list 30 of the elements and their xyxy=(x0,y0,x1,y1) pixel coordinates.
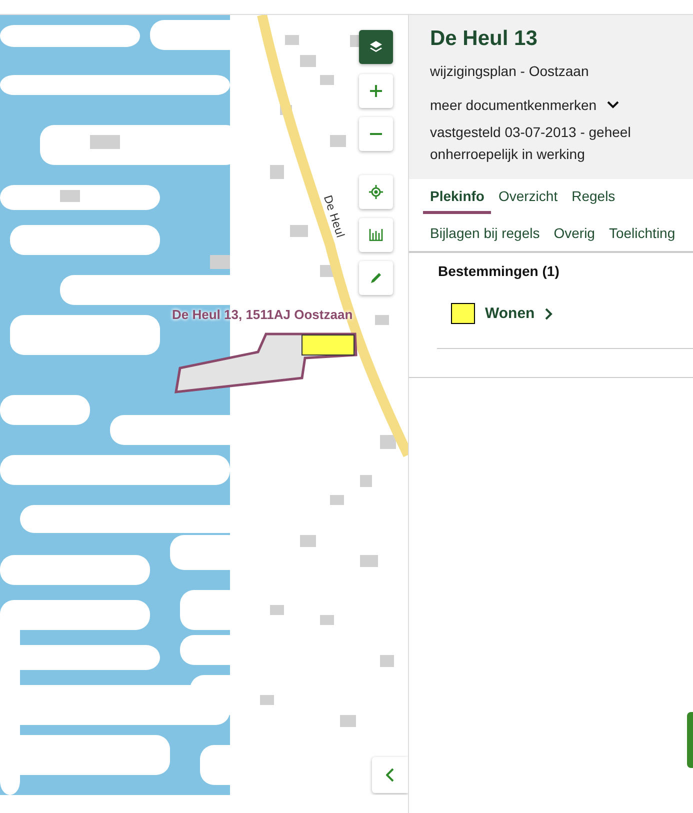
chevron-right-icon xyxy=(544,308,553,320)
plot-highlight xyxy=(302,334,354,356)
more-properties-toggle[interactable]: meer documentkenmerken xyxy=(430,97,619,113)
tab[interactable]: Overzicht xyxy=(491,185,565,214)
zoning-item[interactable]: Wonen xyxy=(451,303,553,324)
zoom-in-button[interactable] xyxy=(359,74,393,108)
section-title: Bestemmingen (1) xyxy=(437,262,560,279)
ruler-icon xyxy=(369,229,383,241)
draw-button[interactable] xyxy=(359,261,393,295)
measure-button[interactable] xyxy=(359,218,393,252)
road-label: De Heul xyxy=(320,194,347,240)
plan-subtitle: wijzigingsplan - Oostzaan xyxy=(430,63,590,79)
collapse-button[interactable] xyxy=(372,757,408,793)
pencil-icon xyxy=(369,271,383,285)
zoom-out-button[interactable] xyxy=(359,117,393,151)
tab[interactable]: Plekinfo xyxy=(423,185,492,214)
chevron-left-icon xyxy=(386,768,394,782)
layers-icon xyxy=(369,40,383,54)
chevron-icon xyxy=(606,101,619,109)
tab[interactable]: Overig xyxy=(546,222,602,251)
layers-button[interactable] xyxy=(359,30,393,64)
locate-button[interactable] xyxy=(359,175,393,209)
plan-title: De Heul 13 xyxy=(430,27,538,51)
tab[interactable]: Bijlagen bij regels xyxy=(423,222,547,251)
crosshair-icon xyxy=(369,185,383,199)
plus-icon xyxy=(369,84,383,98)
minus-icon xyxy=(369,132,383,136)
plan-status: vastgesteld 03-07-2013 - geheel onherroepelijk in werking xyxy=(430,123,632,164)
tab[interactable]: Regels xyxy=(564,185,622,214)
tab[interactable]: Toelichting xyxy=(602,222,682,251)
